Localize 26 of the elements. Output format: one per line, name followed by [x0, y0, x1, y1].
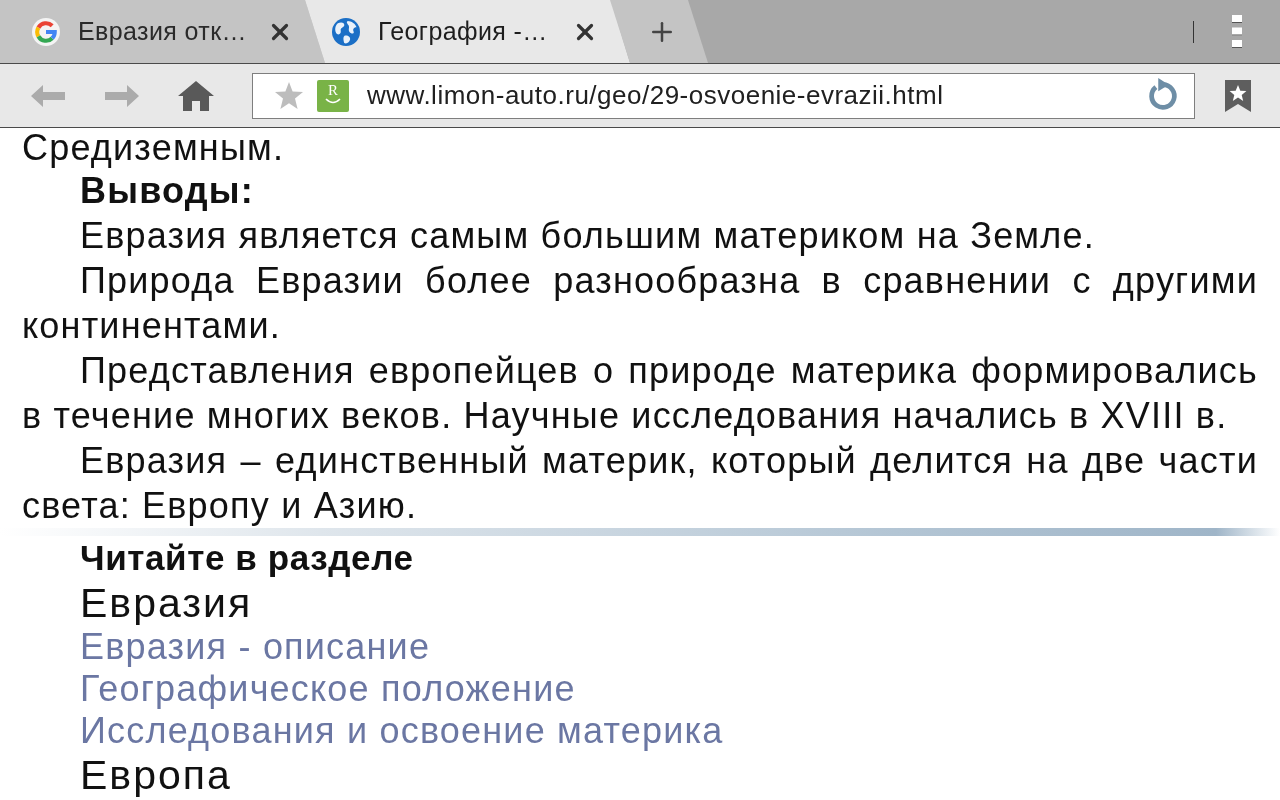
url-text[interactable]: www.limon-auto.ru/geo/29-osvoenie-evrazii.html — [367, 80, 944, 111]
group-title: Европа — [80, 752, 232, 798]
bookmark-star-button[interactable] — [275, 81, 303, 110]
bookmark-icon — [1224, 79, 1251, 112]
related-heading: Читайте в разделе — [80, 537, 414, 579]
paragraph: Природа Евразии более разнообразна в сравнении с другими континентами. — [22, 259, 1258, 348]
paragraph: Средиземным. — [22, 128, 286, 168]
left-arrow-icon — [31, 83, 65, 108]
globe-icon — [332, 17, 360, 46]
paragraph: Евразия является самым большим материком на Земле. — [79, 214, 1096, 258]
group-title: Евразия — [80, 580, 253, 626]
right-arrow-icon — [105, 83, 139, 108]
related-link[interactable]: Евразия - описание — [80, 626, 431, 668]
menu-icon — [1232, 15, 1242, 48]
related-link[interactable]: Географическое положение — [80, 668, 576, 710]
reader-mode-button[interactable]: R — [317, 79, 349, 112]
browser-tab[interactable]: Евразия отк… — [0, 0, 325, 63]
section-heading: Выводы: — [79, 169, 255, 213]
paragraph: Евразия – единственный материк, который делится на две части света: Европу и Азию. — [22, 439, 1258, 528]
g-logo-icon — [32, 17, 60, 46]
paragraph: Представления европейцев о природе материка формировались в течение многих веков. Научные исследования начались в XVIII в. — [22, 349, 1258, 438]
star-icon — [275, 82, 303, 109]
swoosh-icon — [325, 97, 341, 104]
home-icon — [178, 80, 214, 111]
related-link[interactable]: Исследования и освоение материка — [80, 710, 724, 752]
browser-tab[interactable]: География -… — [305, 0, 630, 63]
